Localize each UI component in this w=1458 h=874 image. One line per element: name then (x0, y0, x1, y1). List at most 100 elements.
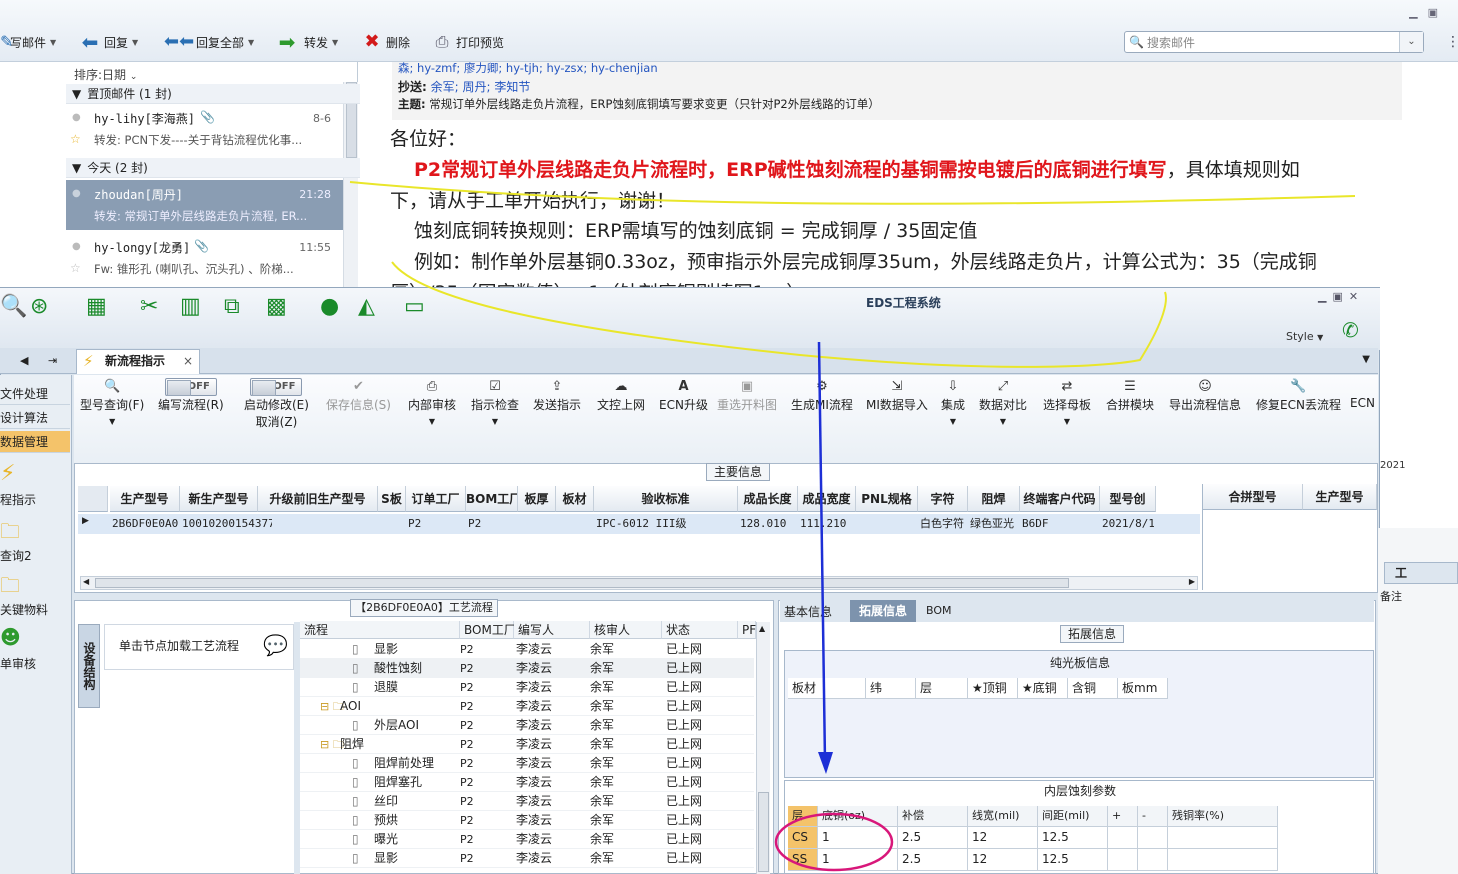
internal-review-button[interactable]: ⎙ 内部审核 ▼ (408, 378, 456, 438)
etch-cell[interactable]: 2.5 (898, 849, 968, 871)
send-instruction-button[interactable]: ⇪ 发送指示 (533, 378, 581, 438)
etch-cell[interactable] (1108, 849, 1138, 871)
process-row[interactable]: ▯ 阻焊塞孔 P2 李凌云 余军 已上网 (300, 773, 754, 792)
light-board-header[interactable]: 含铜 (1068, 678, 1118, 699)
save-info-button[interactable]: ✔ 保存信息(S) (326, 378, 391, 438)
phone-icon[interactable]: ✆ (1342, 318, 1359, 342)
print-preview-button[interactable]: ⎙ 打印预览 (432, 30, 504, 54)
lifebuoy-icon[interactable]: ⊛ (30, 294, 48, 320)
column-header[interactable]: 新生产型号 (180, 486, 258, 512)
ecn-more-button[interactable]: ECN| (1350, 378, 1374, 438)
vertical-tab-equipment[interactable]: 设备结构 (78, 624, 100, 708)
etch-cell[interactable] (1168, 849, 1278, 871)
search-input[interactable]: 🔍 搜索邮件 ⌄ (1124, 31, 1424, 53)
column-header[interactable]: 生产型号 (1303, 484, 1377, 510)
generate-mi-button[interactable]: ⚙ 生成MI流程 (791, 378, 853, 438)
etch-header[interactable]: - (1138, 806, 1168, 827)
etch-cell[interactable]: 12.5 (1038, 849, 1108, 871)
etch-header[interactable]: 补偿 (898, 806, 968, 827)
horizontal-scrollbar[interactable]: ◀ ▶ (80, 576, 1198, 590)
mail-list-item[interactable]: ● ☆ hy-lihy[李海燕] 📎 8-6 转发: PCN下发----关于背钻… (66, 104, 343, 154)
query-model-button[interactable]: 🔍 型号查询(F) ▼ (80, 378, 144, 438)
etch-cell[interactable] (1168, 827, 1278, 849)
pin-icon[interactable]: ⇥ (48, 354, 57, 367)
process-column-header[interactable]: BOM工厂 (460, 621, 516, 639)
reply-button[interactable]: ⬅ 回复 ▼ (80, 30, 139, 54)
nav-item-review[interactable]: 单审核 (0, 655, 70, 672)
group-header-today[interactable]: ▼ 今天 (2 封) (66, 158, 409, 178)
style-menu[interactable]: Style ▼ (1286, 330, 1323, 343)
etch-header[interactable]: 底铜(oz) (818, 806, 898, 827)
mail-list-item[interactable]: ● ☆ hy-longy[龙勇] 📎 11:55 Fw: 锥形孔 (喇叭孔、沉头… (66, 233, 343, 283)
scroll-up-icon[interactable]: ▲ (759, 624, 765, 633)
grid-cell[interactable]: 128.010 (740, 514, 796, 534)
grid-cell[interactable] (558, 514, 592, 534)
column-header[interactable]: BOM工厂 (466, 486, 518, 512)
column-header[interactable]: 终端客户代码 (1020, 486, 1100, 512)
grid-menu-icon[interactable]: ⋮ (1446, 34, 1458, 50)
grid-cell[interactable] (520, 514, 554, 534)
grid-cell[interactable]: IPC-6012 III级 (596, 514, 736, 534)
chevron-down-icon[interactable]: ⌄ (1399, 32, 1423, 52)
etch-header[interactable]: 层 (788, 806, 818, 827)
etch-cell[interactable] (1108, 827, 1138, 849)
grid-cell[interactable] (380, 514, 404, 534)
compare-button[interactable]: ⤢ 数据对比 ▼ (979, 378, 1027, 438)
edit-process-toggle[interactable]: OFF 编写流程(R) (158, 378, 224, 438)
monitor-icon[interactable]: ▭ (404, 294, 425, 320)
nav-item-file[interactable]: 文件处理 (0, 383, 70, 405)
etch-cell[interactable]: 12 (968, 827, 1038, 849)
process-column-header[interactable]: PF (738, 621, 756, 639)
etch-cell[interactable]: 12.5 (1038, 827, 1108, 849)
grid-cell[interactable]: 2021/8/12 (1102, 514, 1154, 534)
reselect-cut-image-button[interactable]: ▣ 重选开料图 (717, 378, 777, 438)
column-header[interactable]: 成品宽度 (798, 486, 856, 512)
chart-icon[interactable]: ◭ (358, 294, 375, 320)
light-board-header[interactable]: 板材 (788, 678, 866, 699)
tab-bom[interactable]: BOM (926, 604, 952, 617)
start-modify-toggle[interactable]: OFF 启动修改(E) 取消(Z) (244, 378, 309, 438)
doc-online-button[interactable]: ☁ 文控上网 (597, 378, 645, 438)
process-column-header[interactable]: 状态 (662, 621, 738, 639)
ecn-upgrade-button[interactable]: A ECN升级 (659, 378, 708, 438)
reply-all-button[interactable]: ⬅⬅ 回复全部 ▼ (164, 30, 254, 54)
scissors-icon[interactable]: ✂ (140, 294, 158, 320)
light-board-header[interactable]: ★底铜 (1018, 678, 1068, 699)
light-board-header[interactable]: 层 (916, 678, 968, 699)
load-hint-box[interactable]: 单击节点加载工艺流程 💬 (104, 624, 294, 670)
merge-module-button[interactable]: ☰ 合拼模块 (1106, 378, 1154, 438)
fix-ecn-button[interactable]: 🔧 修复ECN丢流程 (1256, 378, 1341, 438)
process-column-header[interactable]: 核审人 (590, 621, 662, 639)
etch-cell[interactable]: 1 (818, 849, 898, 871)
process-row[interactable]: ▯ 预烘 P2 李凌云 余军 已上网 (300, 811, 754, 830)
etch-cell[interactable] (1138, 827, 1168, 849)
to-recipients[interactable]: 森; hy-zmf; 廖力卿; hy-tjh; hy-zsx; hy-chenj… (398, 60, 658, 76)
grid-cell[interactable]: 2B6DF0E0A0 (112, 514, 180, 534)
group-header-pinned[interactable]: ▼ 置顶邮件 (1 封) (66, 84, 409, 104)
etch-cell[interactable]: 2.5 (898, 827, 968, 849)
column-header[interactable]: 升级前旧生产型号 (258, 486, 378, 512)
tab-ext-info[interactable]: 拓展信息 (850, 600, 916, 622)
column-header[interactable]: 字符 (918, 486, 968, 512)
etch-cell[interactable]: CS (788, 827, 818, 849)
close-icon[interactable]: × (183, 350, 193, 372)
scroll-right-icon[interactable]: ▶ (1189, 577, 1195, 586)
process-column-header[interactable]: 流程 (300, 621, 460, 639)
nav-item-query[interactable]: 查询2 (0, 547, 70, 564)
grid-cell[interactable]: P2 (468, 514, 516, 534)
nav-item-algorithm[interactable]: 设计算法 (0, 407, 70, 429)
process-column-header[interactable]: 编写人 (514, 621, 590, 639)
grid-cell[interactable]: B6DF (1022, 514, 1098, 534)
grid-cell[interactable]: 绿色亚光 (970, 514, 1018, 534)
star-icon[interactable]: ☆ (70, 261, 81, 275)
maximize-icon[interactable]: ▣ (1428, 6, 1448, 19)
grid-cell[interactable] (260, 514, 376, 534)
minimize-icon[interactable]: ▁ (1318, 290, 1332, 303)
etch-header[interactable]: 残铜率(%) (1168, 806, 1278, 827)
process-scrollbar[interactable]: ▲ (756, 622, 770, 874)
process-row[interactable]: ▯ 退膜 P2 李凌云 余军 已上网 (300, 678, 754, 697)
light-board-header[interactable]: 纬 (866, 678, 916, 699)
grid-icon[interactable]: ▩ (266, 294, 287, 320)
etch-cell[interactable] (1138, 849, 1168, 871)
close-icon[interactable]: ✕ (1349, 290, 1364, 303)
